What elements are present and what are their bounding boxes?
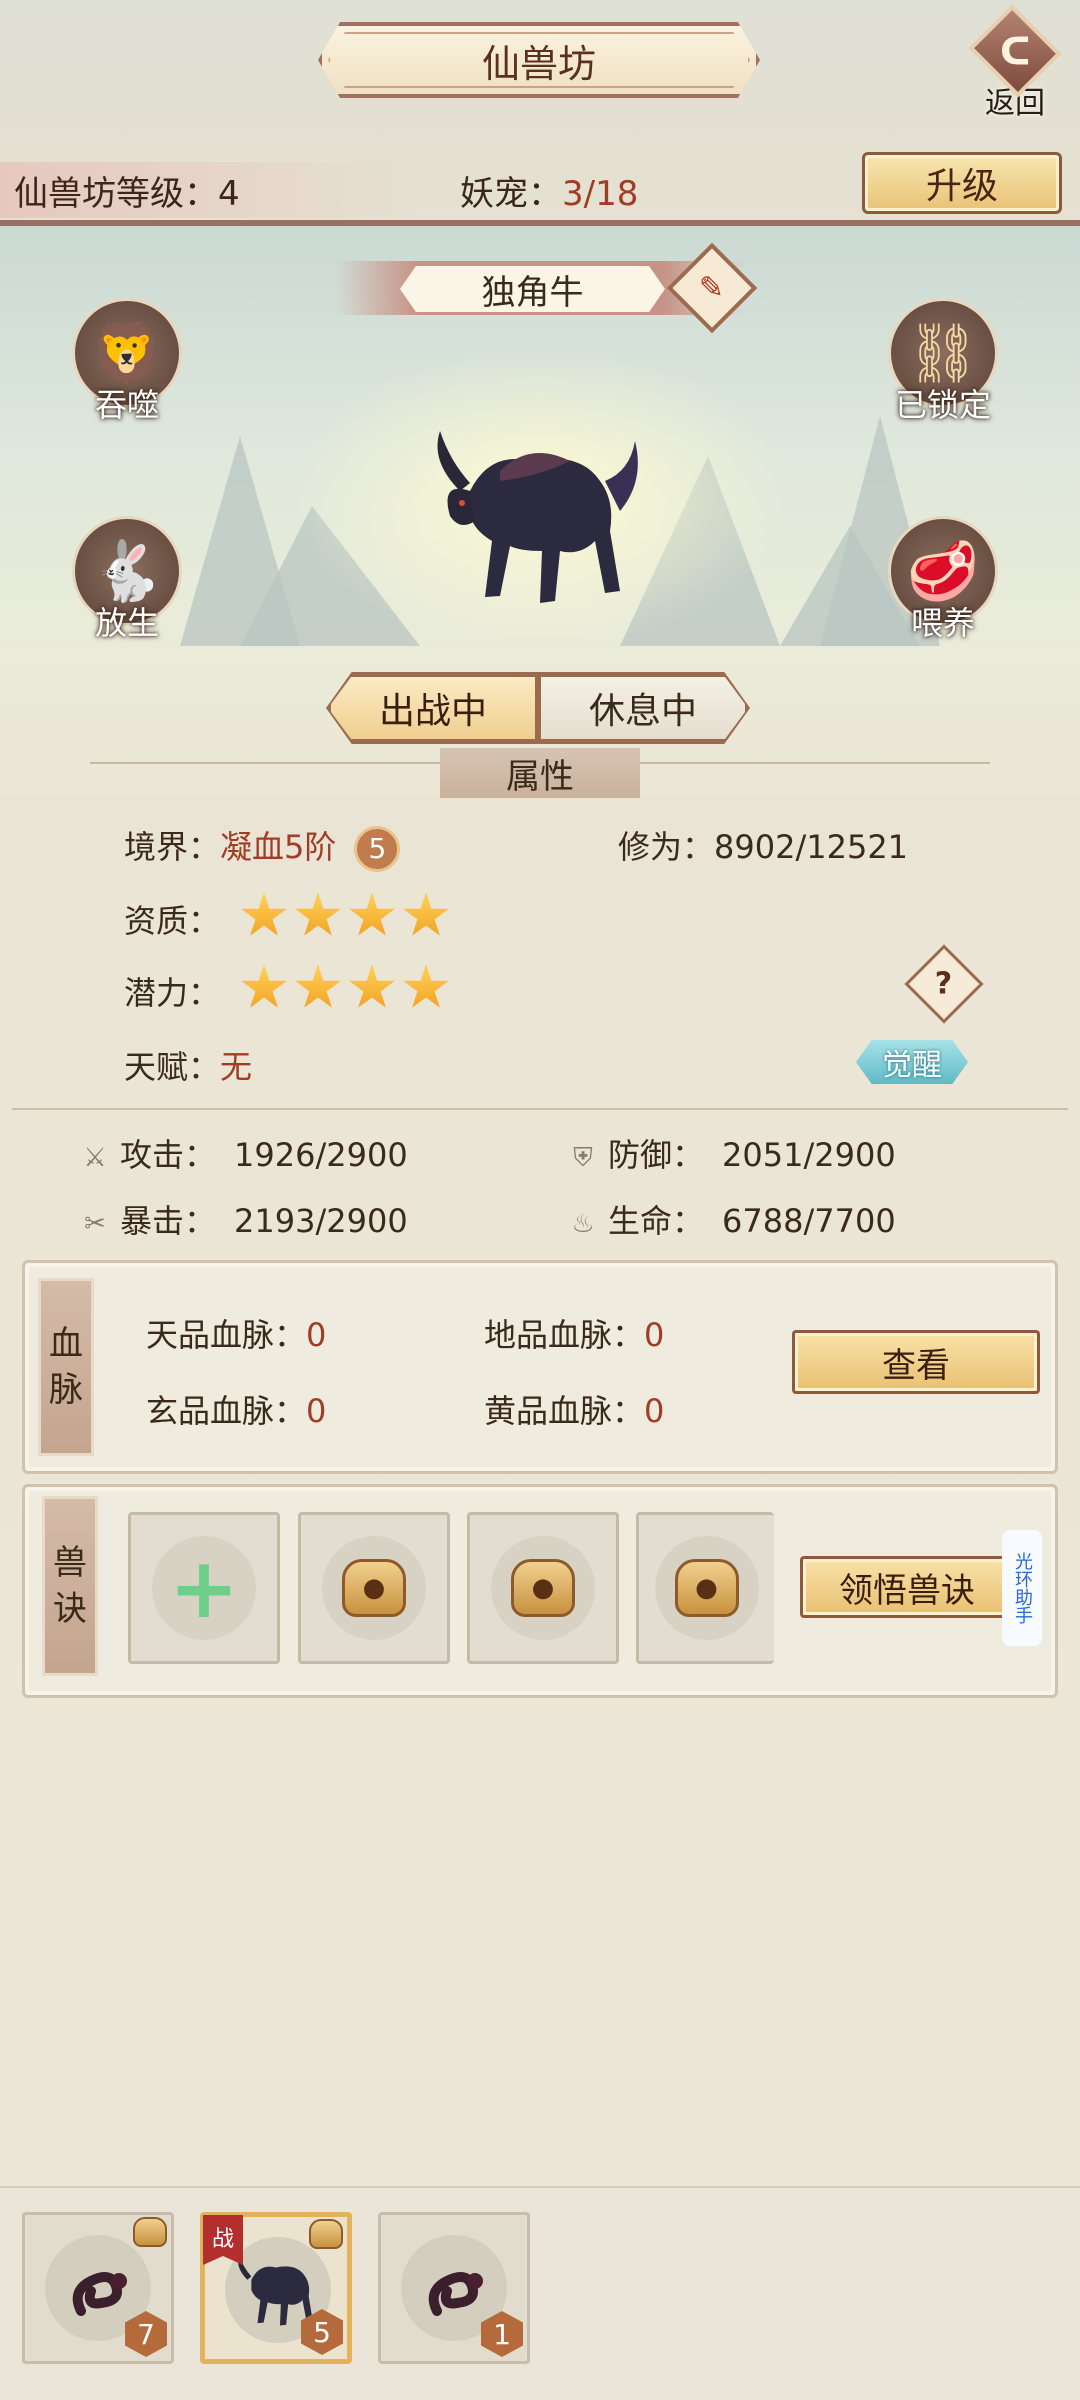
- rename-brush-icon[interactable]: ✎: [666, 242, 758, 334]
- star-icon: [402, 892, 450, 936]
- crit-blade-icon: ✂: [84, 1209, 106, 1239]
- potential-label: 潜力：: [124, 974, 221, 1012]
- aptitude-stars: [240, 892, 450, 940]
- cultivation-row: 修为：8902/12521: [618, 828, 909, 866]
- back-button[interactable]: ᑕ 返回: [960, 4, 1070, 122]
- assistant-floating-tab[interactable]: 光环助手: [1002, 1530, 1042, 1646]
- pet-name: 独角牛: [400, 266, 665, 312]
- skill-slot-locked[interactable]: ●: [636, 1512, 774, 1664]
- sword-icon: ⚔: [83, 1143, 107, 1173]
- divider: [12, 1108, 1068, 1110]
- serpent-pet-icon: [72, 2272, 127, 2316]
- lock-icon: ●: [342, 1559, 406, 1617]
- devour-button[interactable]: 🦁 吞噬: [62, 298, 192, 426]
- realm-row: 境界：凝血5阶 5: [124, 822, 401, 872]
- flame-icon: ♨: [571, 1209, 595, 1239]
- view-bloodline-button[interactable]: 查看: [792, 1330, 1040, 1394]
- star-icon: [294, 964, 342, 1008]
- battle-badge: 战: [203, 2215, 243, 2265]
- unicorn-bull-image: [437, 431, 638, 603]
- back-arrow-icon: ᑕ: [968, 4, 1062, 98]
- pet-card[interactable]: 1: [378, 2212, 530, 2364]
- learn-skill-button[interactable]: 领悟兽诀: [800, 1556, 1014, 1618]
- release-button[interactable]: 🐇 放生: [62, 516, 192, 644]
- beast-skill-tag: 兽诀: [42, 1496, 98, 1676]
- lock-status-button[interactable]: ⛓ 已锁定: [878, 298, 1008, 426]
- earth-bloodline: 地品血脉：0: [484, 1316, 665, 1354]
- yellow-bloodline: 黄品血脉：0: [484, 1392, 665, 1430]
- talent-row: 天赋：无: [124, 1048, 253, 1086]
- pet-house-screen: 仙兽坊 ᑕ 返回 仙兽坊等级：4 妖宠：3/18 升级 独角牛 ✎ 🦁 吞噬 ⛓…: [0, 0, 1080, 2400]
- house-level: 仙兽坊等级：4: [14, 174, 240, 214]
- star-icon: [402, 964, 450, 1008]
- tab-resting[interactable]: 休息中: [538, 674, 748, 742]
- plus-icon: +: [168, 1539, 240, 1637]
- header: 仙兽坊 ᑕ 返回 仙兽坊等级：4 妖宠：3/18 升级: [0, 0, 1080, 225]
- battle-status-tabs: 出战中 休息中: [328, 674, 748, 742]
- lock-icon: [133, 2217, 167, 2247]
- pet-scene: 独角牛 ✎ 🦁 吞噬 ⛓ 已锁定 🐇 放生 🥩 喂养 出战中 休息中: [0, 226, 1080, 796]
- star-icon: [348, 892, 396, 936]
- pet-card[interactable]: 7: [22, 2212, 174, 2364]
- pet-card-selected[interactable]: 战 5: [200, 2212, 352, 2364]
- star-icon: [294, 892, 342, 936]
- help-question-icon[interactable]: ?: [904, 944, 984, 1024]
- star-icon: [348, 964, 396, 1008]
- lock-icon: ●: [511, 1559, 575, 1617]
- crit-stat: ✂ 暴击： 2193/2900: [80, 1196, 408, 1242]
- skill-slot-locked[interactable]: ●: [298, 1512, 450, 1664]
- potential-stars: [240, 964, 450, 1012]
- mystic-bloodline: 玄品血脉：0: [146, 1392, 327, 1430]
- pet-count: 妖宠：3/18: [460, 174, 639, 214]
- feed-button[interactable]: 🥩 喂养: [878, 516, 1008, 644]
- page-title: 仙兽坊: [318, 22, 760, 98]
- heaven-bloodline: 天品血脉：0: [146, 1316, 327, 1354]
- lock-icon: [309, 2219, 343, 2249]
- aptitude-label: 资质：: [124, 902, 221, 940]
- serpent-pet-icon: [428, 2272, 483, 2316]
- shield-icon: ⛨: [573, 1143, 593, 1173]
- life-stat: ♨ 生命： 6788/7700: [568, 1196, 895, 1242]
- tab-in-battle[interactable]: 出战中: [328, 674, 538, 742]
- skill-slot-locked[interactable]: ●: [467, 1512, 619, 1664]
- lock-icon: ●: [674, 1559, 739, 1617]
- defense-stat: ⛨ 防御： 2051/2900: [568, 1130, 895, 1176]
- upgrade-button[interactable]: 升级: [862, 152, 1062, 214]
- awaken-button[interactable]: 觉醒: [856, 1040, 968, 1084]
- skill-slot-add[interactable]: +: [128, 1512, 280, 1664]
- bloodline-tag: 血脉: [38, 1278, 94, 1456]
- realm-badge: 5: [354, 826, 401, 872]
- attack-stat: ⚔ 攻击： 1926/2900: [80, 1130, 407, 1176]
- attributes-section-title: 属性: [90, 748, 990, 798]
- star-icon: [240, 964, 288, 1008]
- star-icon: [240, 892, 288, 936]
